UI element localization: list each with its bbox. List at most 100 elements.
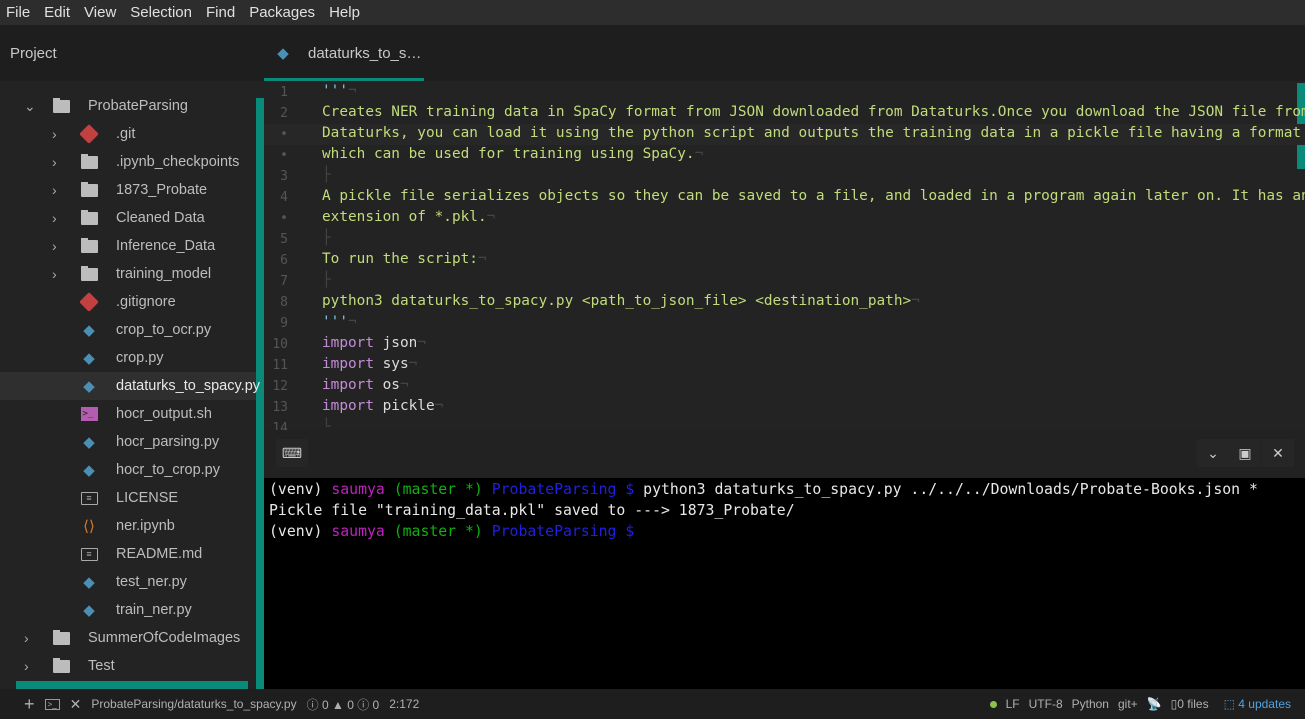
tree-horizontal-scrollbar[interactable] <box>16 681 248 689</box>
folder-icon <box>52 657 70 675</box>
tree-item[interactable]: ≡ LICENSE <box>0 484 256 512</box>
code-line: import pickle¬ <box>322 398 443 414</box>
maximize-icon[interactable]: ▣ <box>1229 439 1261 467</box>
chevron-right-icon[interactable]: › <box>52 182 57 198</box>
chevron-right-icon[interactable]: › <box>52 238 57 254</box>
line-number: 5 <box>280 232 288 247</box>
updates[interactable]: ⬚ 4 updates <box>1224 697 1291 711</box>
code-editor[interactable]: 1 '''¬ 2 Creates NER training data in SpaCy… <box>264 81 1305 430</box>
terminal-token: (venv) <box>269 481 332 498</box>
chevron-down-icon[interactable]: ⌄ <box>1197 439 1229 467</box>
chevron-down-icon[interactable]: ⌄ <box>24 98 36 115</box>
git-status[interactable]: git+ <box>1118 697 1138 711</box>
tree-item[interactable]: .gitignore <box>0 288 256 316</box>
folder-icon <box>80 265 98 283</box>
chevron-right-icon[interactable]: › <box>24 658 29 674</box>
tree-item[interactable]: ◆ dataturks_to_spacy.py <box>0 372 260 400</box>
tree-item-label: Test <box>88 658 115 674</box>
code-token: ''' <box>322 314 348 330</box>
folder-icon <box>80 181 98 199</box>
tree-item-label: Inference_Data <box>116 238 216 254</box>
tree-item[interactable]: › Inference_Data <box>0 232 256 260</box>
tree-item-label: LICENSE <box>116 490 179 506</box>
tree-item[interactable]: ◆ test_ner.py <box>0 568 256 596</box>
terminal-token: (master *) <box>384 523 483 540</box>
code-line: which can be used for training using Spa… <box>322 146 703 162</box>
tree-item-label: hocr_output.sh <box>116 406 212 422</box>
folder-icon <box>52 629 70 647</box>
plus-icon[interactable]: + <box>24 694 35 715</box>
menu-view[interactable]: View <box>84 4 116 21</box>
tree-item[interactable]: ⟨⟩ ner.ipynb <box>0 512 256 540</box>
code-token: ¬ <box>408 356 418 372</box>
tree-item[interactable]: >_ hocr_output.sh <box>0 400 256 428</box>
close-icon[interactable]: ✕ <box>1262 439 1294 467</box>
tree-item[interactable]: › SummerOfCodeImages <box>0 624 256 652</box>
terminal-line: (venv) saumya (master *) ProbateParsing … <box>269 521 1300 542</box>
menu-help[interactable]: Help <box>329 4 360 21</box>
broadcast-icon[interactable]: 📡 <box>1147 697 1162 711</box>
tree-item[interactable]: › .ipynb_checkpoints <box>0 148 256 176</box>
terminal-token: saumya <box>331 481 385 498</box>
chevron-right-icon[interactable]: › <box>24 630 29 646</box>
tree-item-label: README.md <box>116 546 203 562</box>
git-icon <box>79 124 99 144</box>
tree-item[interactable]: ◆ train_ner.py <box>0 596 256 624</box>
line-number: 2 <box>280 106 288 121</box>
changed-files[interactable]: ▯0 files <box>1171 697 1209 711</box>
tree-item[interactable]: ◆ crop.py <box>0 344 256 372</box>
tree-item[interactable]: › .git <box>0 120 256 148</box>
line-number: 1 <box>280 85 288 100</box>
keyboard-icon[interactable]: ⌨ <box>276 439 308 467</box>
tree-item[interactable]: › training_model <box>0 260 256 288</box>
tree-item-label: crop.py <box>116 350 164 366</box>
file-path[interactable]: ProbateParsing/dataturks_to_spacy.py <box>91 697 296 711</box>
tree-item[interactable]: ⌄ ProbateParsing <box>0 92 256 120</box>
code-line: '''¬ <box>322 314 357 330</box>
code-token: ¬ <box>348 314 357 330</box>
tree-item-label: ProbateParsing <box>88 98 188 114</box>
menu-packages[interactable]: Packages <box>249 4 315 21</box>
tree-item[interactable]: › 1873_Probate <box>0 176 256 204</box>
folder-icon <box>80 237 98 255</box>
tab-bar: ◆ dataturks_to_s… <box>264 25 1305 81</box>
code-token: os <box>373 377 400 393</box>
line-number: 10 <box>272 337 288 352</box>
chevron-right-icon[interactable]: › <box>52 210 57 226</box>
code-line: ├ <box>322 230 331 246</box>
line-ending[interactable]: LF <box>1006 697 1020 711</box>
terminal-token: saumya <box>331 523 385 540</box>
status-dot-icon <box>989 700 997 708</box>
tree-item[interactable]: ◆ hocr_to_crop.py <box>0 456 256 484</box>
python-icon: ◆ <box>83 350 95 367</box>
chevron-right-icon[interactable]: › <box>52 266 57 282</box>
menu-file[interactable]: File <box>6 4 30 21</box>
menu-selection[interactable]: Selection <box>130 4 192 21</box>
diagnostics[interactable]: ⓘ 0 ▲ 0 ⓘ 0 <box>307 696 380 713</box>
grammar[interactable]: Python <box>1072 697 1109 711</box>
tree-item[interactable]: ◆ crop_to_ocr.py <box>0 316 256 344</box>
code-line: '''¬ <box>322 83 357 99</box>
line-number: • <box>280 127 288 142</box>
files-count: 0 files <box>1177 697 1209 711</box>
tree-item[interactable]: ≡ README.md <box>0 540 256 568</box>
terminal[interactable]: (venv) saumya (master *) ProbateParsing … <box>264 478 1305 689</box>
code-line: Creates NER training data in SpaCy forma… <box>322 104 1305 120</box>
tab-dataturks-to-spacy[interactable]: ◆ dataturks_to_s… <box>264 25 424 81</box>
line-number: 4 <box>280 190 288 205</box>
tree-item[interactable]: ◆ hocr_parsing.py <box>0 428 256 456</box>
menu-find[interactable]: Find <box>206 4 235 21</box>
encoding[interactable]: UTF-8 <box>1029 697 1063 711</box>
code-token: ¬ <box>434 398 444 414</box>
terminal-icon[interactable]: >_ <box>44 698 60 710</box>
tree-item[interactable]: › Test <box>0 652 256 680</box>
close-icon[interactable]: ✕ <box>70 696 82 713</box>
menu-bar: File Edit View Selection Find Packages Help <box>0 0 1305 25</box>
chevron-right-icon[interactable]: › <box>52 154 57 170</box>
python-icon: ◆ <box>83 434 95 451</box>
menu-edit[interactable]: Edit <box>44 4 70 21</box>
chevron-right-icon[interactable]: › <box>52 126 57 142</box>
tree-item-label: hocr_to_crop.py <box>116 462 220 478</box>
cursor-position[interactable]: 2:172 <box>389 697 419 711</box>
tree-item[interactable]: › Cleaned Data <box>0 204 256 232</box>
